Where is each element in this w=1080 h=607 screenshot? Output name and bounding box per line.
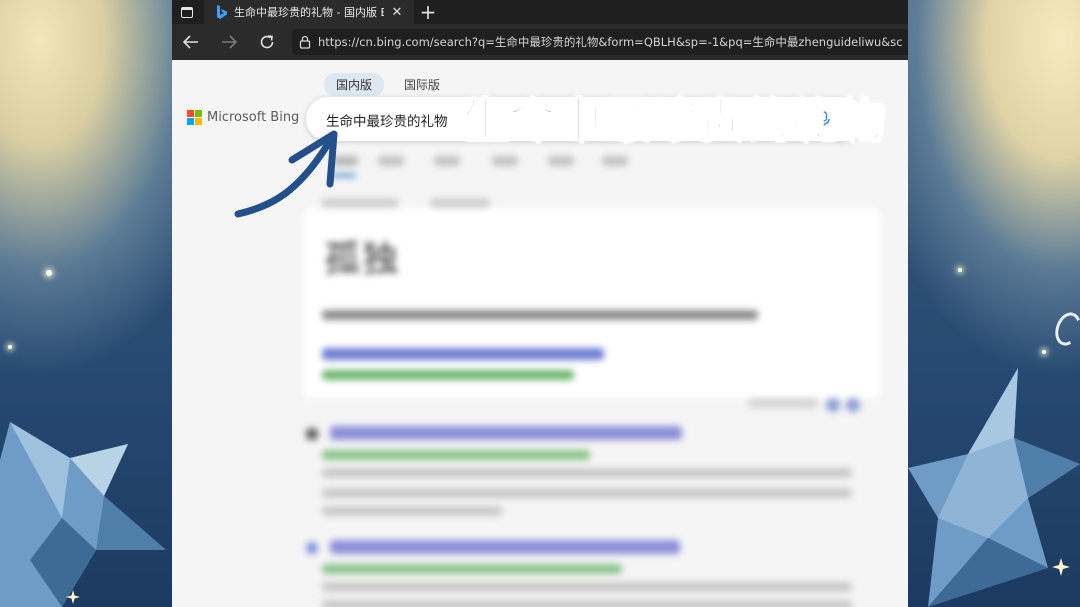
paper-star-left bbox=[0, 422, 166, 607]
logo-text: Microsoft Bing bbox=[207, 110, 300, 125]
tab-title: 生命中最珍贵的礼物 - 国内版 Bing bbox=[234, 6, 384, 19]
region-scope-tabs: 国内版 国际版 bbox=[324, 73, 452, 96]
bing-favicon-icon bbox=[214, 5, 228, 19]
refresh-icon bbox=[260, 35, 274, 49]
browser-tab[interactable]: 生命中最珍贵的礼物 - 国内版 Bing ✕ bbox=[204, 0, 414, 24]
url-text: https://cn.bing.com/search?q=生命中最珍贵的礼物&f… bbox=[318, 35, 903, 49]
sparkle bbox=[46, 270, 52, 276]
search-query: 生命中最珍贵的礼物 bbox=[326, 114, 448, 130]
bing-logo[interactable]: Microsoft Bing bbox=[187, 110, 299, 125]
small-star-icon bbox=[66, 590, 80, 604]
microsoft-logo-icon bbox=[187, 110, 202, 125]
answer-word: 孤独 bbox=[324, 239, 401, 280]
small-star-icon bbox=[1052, 558, 1070, 576]
overlay-headline: 生命中最珍贵的礼物 bbox=[461, 92, 885, 148]
sparkle bbox=[8, 345, 12, 349]
address-bar[interactable]: https://cn.bing.com/search?q=生命中最珍贵的礼物&f… bbox=[292, 29, 908, 55]
navigation-bar: https://cn.bing.com/search?q=生命中最珍贵的礼物&f… bbox=[172, 24, 908, 60]
sparkle bbox=[958, 268, 962, 272]
forward-arrow-icon bbox=[222, 35, 237, 49]
lock-icon bbox=[292, 35, 318, 49]
tab-strip: 生命中最珍贵的礼物 - 国内版 Bing ✕ + bbox=[172, 0, 908, 24]
tab-actions-icon bbox=[181, 6, 193, 18]
refresh-button[interactable] bbox=[248, 24, 286, 60]
scope-tab-international[interactable]: 国际版 bbox=[392, 73, 452, 96]
back-arrow-icon bbox=[183, 35, 198, 49]
forward-button[interactable] bbox=[210, 24, 248, 60]
back-button[interactable] bbox=[172, 24, 210, 60]
tab-actions-button[interactable] bbox=[172, 0, 202, 24]
sparkle bbox=[1042, 350, 1046, 354]
new-tab-button[interactable]: + bbox=[414, 0, 442, 24]
tab-close-icon[interactable]: ✕ bbox=[390, 5, 404, 20]
scope-tab-china[interactable]: 国内版 bbox=[324, 73, 385, 96]
hand-drawn-arrow-icon bbox=[234, 130, 338, 218]
